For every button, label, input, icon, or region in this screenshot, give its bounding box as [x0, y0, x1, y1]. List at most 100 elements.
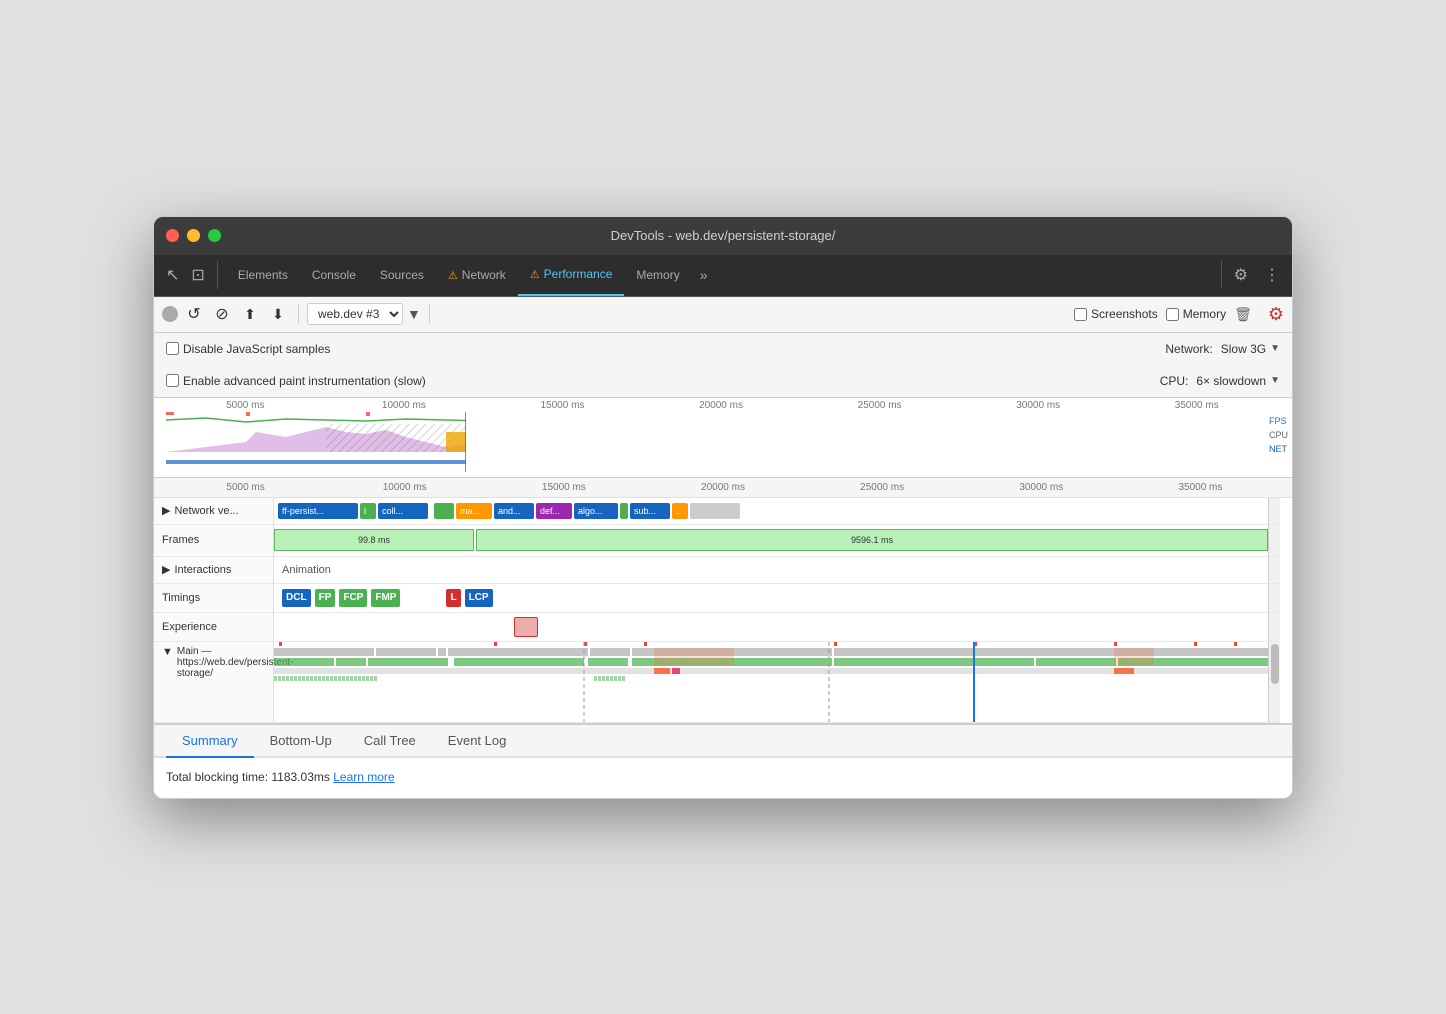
- flame-tick-25000: 25000 ms: [803, 482, 962, 493]
- tab-memory-label: Memory: [636, 268, 679, 282]
- tab-memory[interactable]: Memory: [624, 255, 691, 296]
- more-tabs-button[interactable]: »: [692, 267, 716, 283]
- menu-icon[interactable]: ⋮: [1260, 261, 1284, 289]
- disable-js-label[interactable]: Disable JavaScript samples: [166, 342, 330, 356]
- overview-ruler: 5000 ms 10000 ms 15000 ms 20000 ms 25000…: [166, 400, 1276, 411]
- net-chip-4b[interactable]: [434, 503, 454, 519]
- tab-summary[interactable]: Summary: [166, 725, 254, 758]
- timings-track-label: Timings: [154, 584, 274, 612]
- frame-seg-1: 99.8 ms: [274, 529, 474, 551]
- learn-more-link[interactable]: Learn more: [333, 770, 394, 784]
- advanced-paint-label[interactable]: Enable advanced paint instrumentation (s…: [166, 374, 426, 388]
- reload-button[interactable]: ↺: [182, 302, 206, 326]
- net-chip-5[interactable]: and...: [494, 503, 534, 519]
- net-chip-2[interactable]: l: [360, 503, 376, 519]
- advanced-paint-checkbox[interactable]: [166, 374, 179, 387]
- advanced-paint-text: Enable advanced paint instrumentation (s…: [183, 374, 426, 388]
- tab-event-log[interactable]: Event Log: [432, 725, 523, 758]
- flame-tick-30000: 30000 ms: [962, 482, 1121, 493]
- settings-icon[interactable]: ⚙: [1230, 261, 1252, 289]
- flame-container: ▶ Network ve... ff-persist... l coll... …: [154, 498, 1292, 723]
- main-track-content[interactable]: [274, 642, 1268, 722]
- timings-scrollbar: [1268, 584, 1280, 612]
- l-badge[interactable]: L: [446, 589, 460, 607]
- tab-console[interactable]: Console: [300, 255, 368, 296]
- tab-sources[interactable]: Sources: [368, 255, 436, 296]
- flame-tick-35000: 35000 ms: [1121, 482, 1280, 493]
- net-chip-4[interactable]: ma...: [456, 503, 492, 519]
- upload-button[interactable]: ⬆: [238, 302, 262, 326]
- settings-row-1: Disable JavaScript samples Network: Slow…: [166, 333, 1280, 365]
- main-scrollbar[interactable]: [1268, 642, 1280, 722]
- download-button[interactable]: ⬇: [266, 302, 290, 326]
- cpu-setting: CPU: 6× slowdown ▼: [1160, 374, 1280, 388]
- experience-track-content[interactable]: [274, 613, 1268, 641]
- memory-checkbox-label[interactable]: Memory: [1166, 307, 1226, 321]
- profile-dropdown-icon[interactable]: ▼: [407, 306, 421, 322]
- settings-cog-button[interactable]: ⚙: [1268, 304, 1284, 325]
- tab-performance-label: Performance: [544, 267, 613, 281]
- performance-warning-icon: ⚠: [530, 268, 540, 281]
- fmp-badge[interactable]: FMP: [371, 589, 400, 607]
- screenshots-checkbox[interactable]: [1074, 308, 1087, 321]
- net-chip-1[interactable]: ff-persist...: [278, 503, 358, 519]
- title-bar: DevTools - web.dev/persistent-storage/: [154, 217, 1292, 255]
- tab-bottom-up[interactable]: Bottom-Up: [254, 725, 348, 758]
- overview-right-labels: FPS CPU NET: [1269, 414, 1288, 456]
- dcl-badge[interactable]: DCL: [282, 589, 311, 607]
- toolbar: ↺ ⊘ ⬆ ⬇ web.dev #3 ▼ Screenshots Memory …: [154, 297, 1292, 333]
- clear-button[interactable]: ⊘: [210, 302, 234, 326]
- close-button[interactable]: [166, 229, 179, 242]
- interactions-arrow: ▶: [162, 563, 170, 576]
- net-chip-7b[interactable]: [620, 503, 628, 519]
- device-icon[interactable]: ⊡: [187, 261, 208, 289]
- frames-track-label: Frames: [154, 525, 274, 556]
- tab-performance[interactable]: ⚠ Performance: [518, 255, 625, 296]
- profile-selector[interactable]: web.dev #3: [307, 303, 403, 325]
- network-track-label[interactable]: ▶ Network ve...: [154, 498, 274, 524]
- lcp-badge[interactable]: LCP: [465, 589, 493, 607]
- network-dropdown[interactable]: Slow 3G ▼: [1221, 342, 1280, 356]
- timings-track-content[interactable]: DCL FP FCP FMP L LCP: [274, 584, 1268, 612]
- tab-network[interactable]: ⚠ Network: [436, 255, 518, 296]
- fcp-badge[interactable]: FCP: [339, 589, 367, 607]
- screenshots-checkbox-label[interactable]: Screenshots: [1074, 307, 1158, 321]
- interactions-track-content[interactable]: Animation: [274, 557, 1268, 583]
- fp-badge[interactable]: FP: [315, 589, 336, 607]
- track-scrollbar: [1268, 498, 1280, 524]
- experience-block: [514, 617, 538, 637]
- memory-label: Memory: [1183, 307, 1226, 321]
- minimize-button[interactable]: [187, 229, 200, 242]
- experience-track-label: Experience: [154, 613, 274, 641]
- tab-console-label: Console: [312, 268, 356, 282]
- trash-button[interactable]: 🗑: [1234, 306, 1252, 323]
- flame-ruler-ticks: 5000 ms 10000 ms 15000 ms 20000 ms 25000…: [166, 482, 1280, 493]
- net-chip-7[interactable]: algo...: [574, 503, 618, 519]
- net-chip-9[interactable]: ..: [672, 503, 688, 519]
- net-chip-10[interactable]: [690, 503, 740, 519]
- flame-chart-svg: [274, 642, 1268, 722]
- toolbar-separator: [298, 304, 299, 324]
- cpu-dropdown[interactable]: 6× slowdown ▼: [1196, 374, 1280, 388]
- record-button[interactable]: [162, 306, 178, 322]
- timeline-overview[interactable]: 5000 ms 10000 ms 15000 ms 20000 ms 25000…: [154, 398, 1292, 478]
- interactions-label-text: Interactions: [174, 564, 231, 576]
- disable-js-checkbox[interactable]: [166, 342, 179, 355]
- flame-area: 5000 ms 10000 ms 15000 ms 20000 ms 25000…: [154, 478, 1292, 724]
- maximize-button[interactable]: [208, 229, 221, 242]
- cpu-value: 6× slowdown: [1196, 374, 1266, 388]
- network-track-text: Network ve...: [174, 505, 238, 517]
- inspect-icon[interactable]: ↖: [162, 261, 183, 289]
- network-dropdown-arrow: ▼: [1270, 343, 1280, 354]
- memory-checkbox[interactable]: [1166, 308, 1179, 321]
- interactions-track-label[interactable]: ▶ Interactions: [154, 557, 274, 583]
- network-track-content[interactable]: ff-persist... l coll... ma... and... def…: [274, 498, 1268, 524]
- net-chip-3[interactable]: coll...: [378, 503, 428, 519]
- scrollbar-thumb: [1271, 644, 1279, 684]
- tab-elements[interactable]: Elements: [226, 255, 300, 296]
- tab-call-tree[interactable]: Call Tree: [348, 725, 432, 758]
- net-chip-6[interactable]: def...: [536, 503, 572, 519]
- frames-track-content[interactable]: 99.8 ms 9596.1 ms: [274, 525, 1268, 556]
- tab-event-log-label: Event Log: [448, 733, 507, 748]
- net-chip-8[interactable]: sub...: [630, 503, 670, 519]
